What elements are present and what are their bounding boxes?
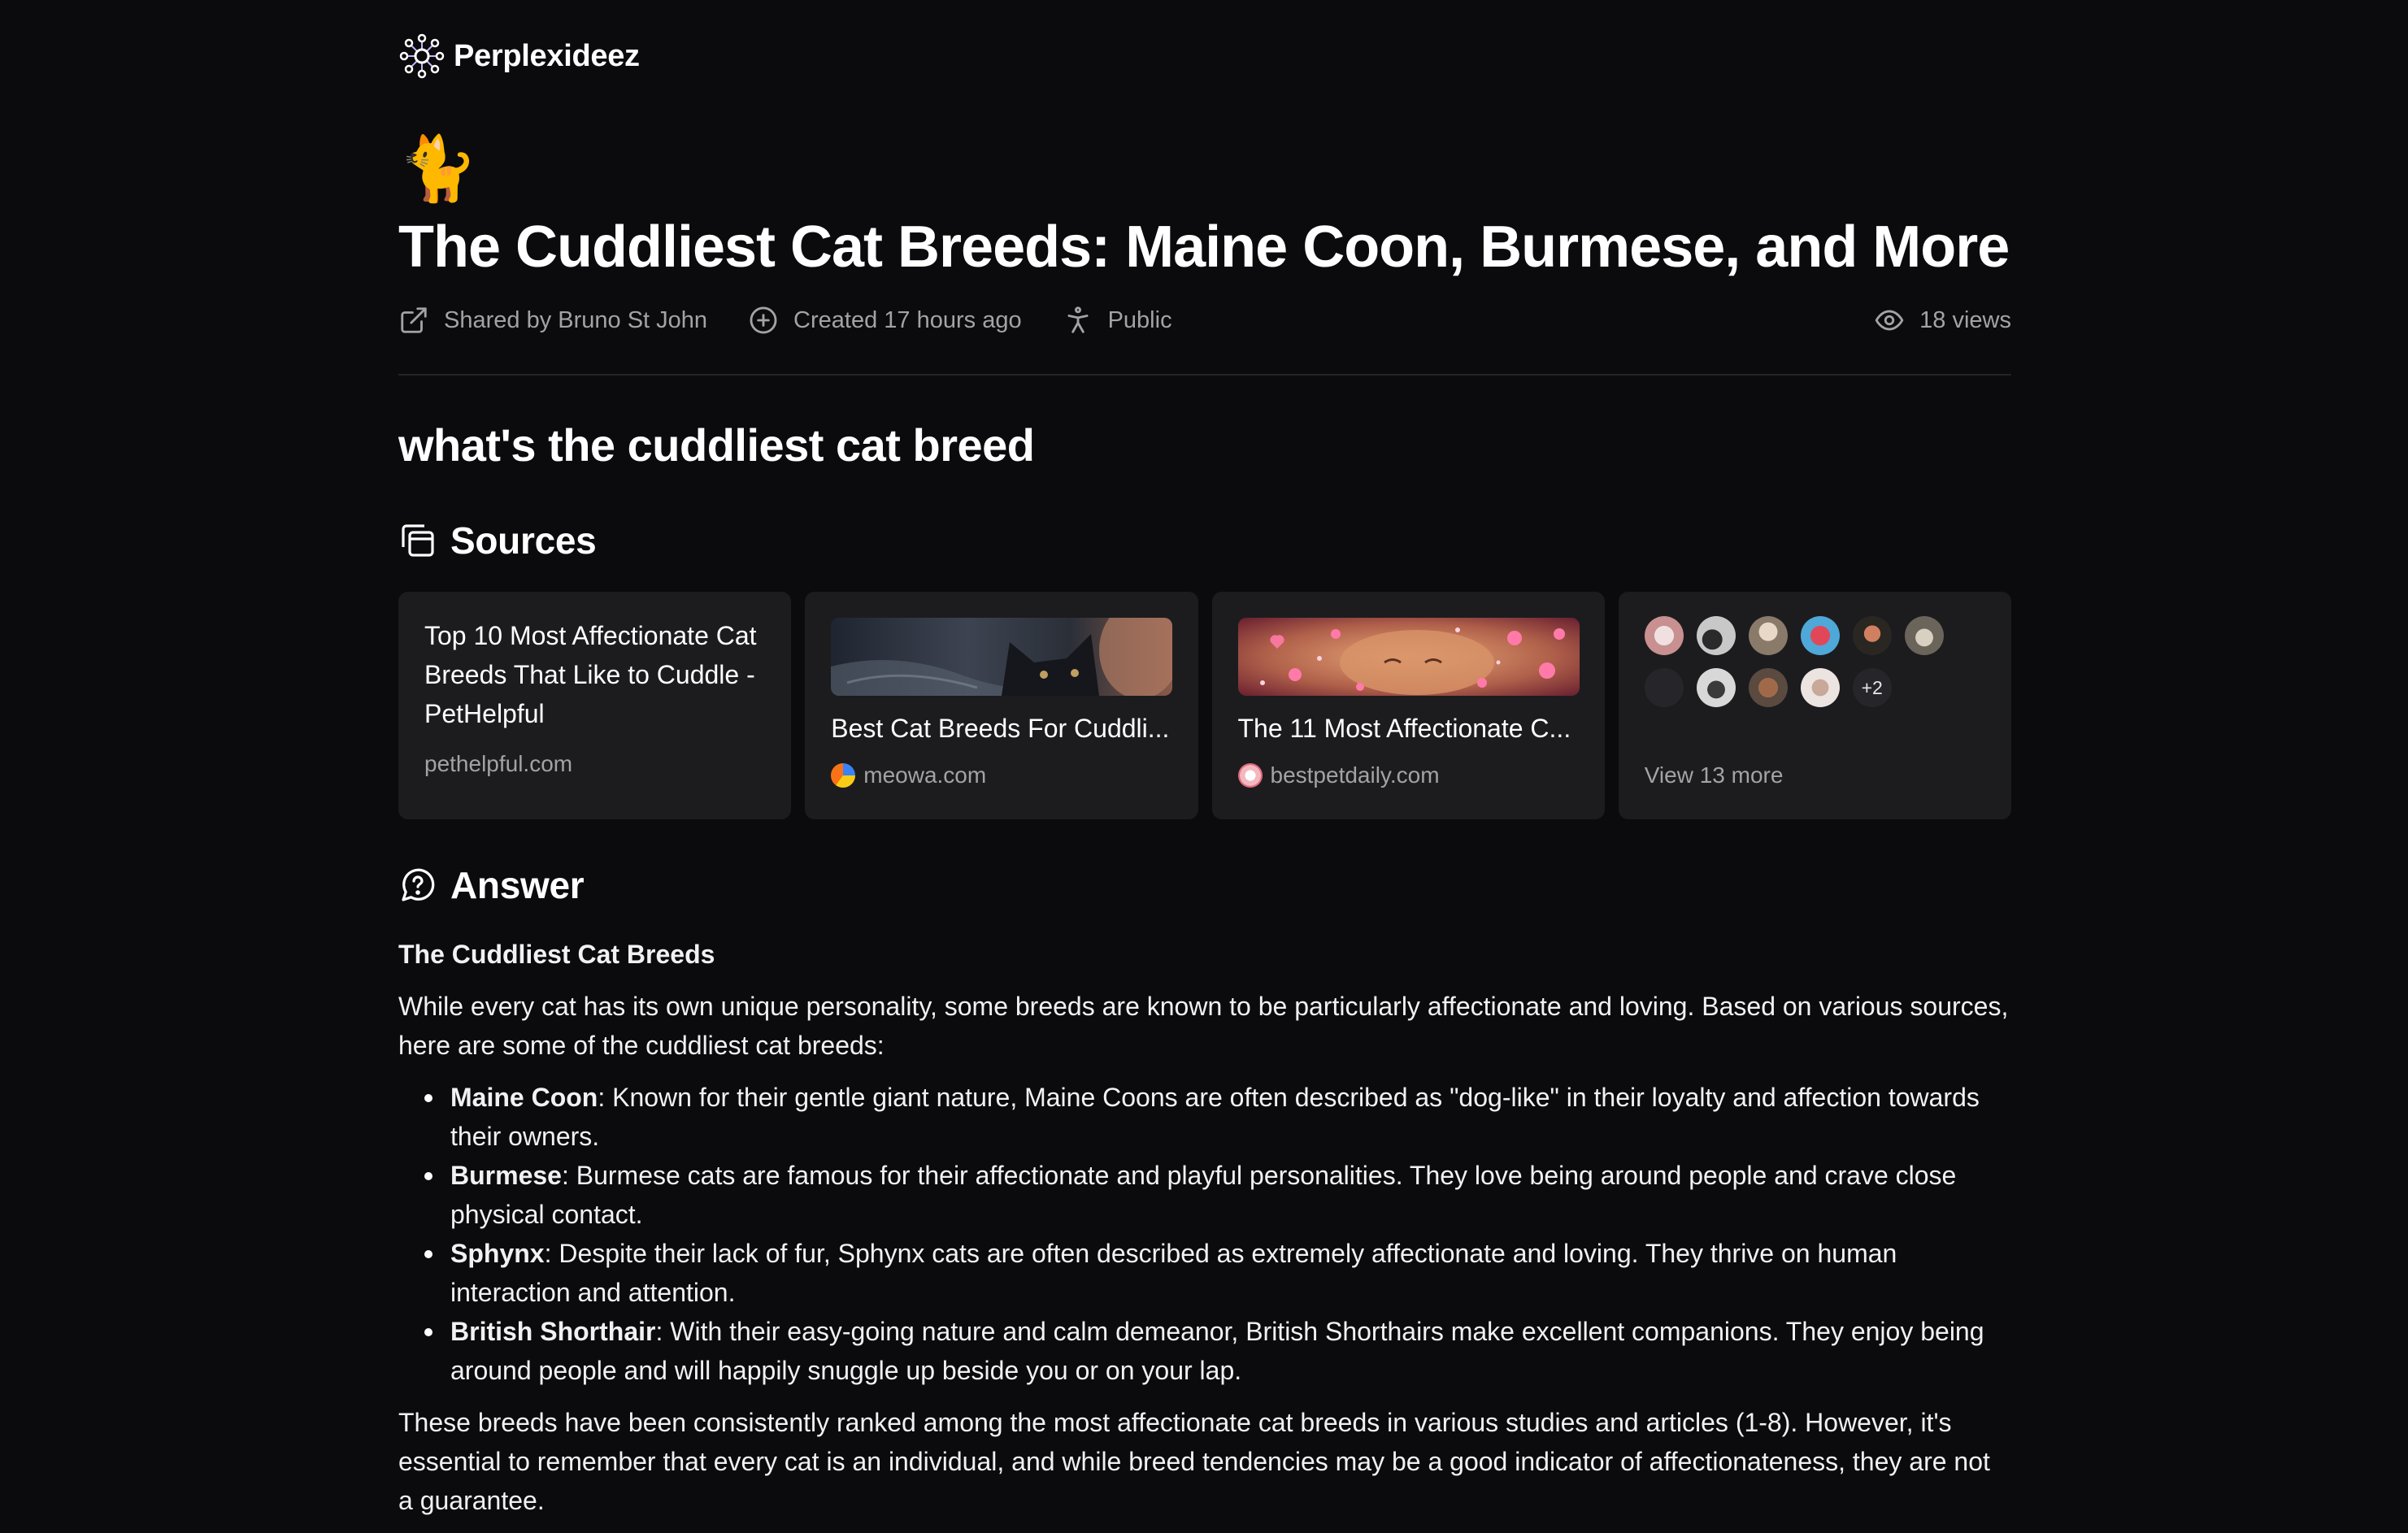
answer-conclusion: These breeds have been consistently rank… [398, 1408, 1990, 1515]
source-title: The 11 Most Affectionate C... [1237, 714, 1571, 743]
brand-link[interactable]: Perplexideez [398, 33, 640, 80]
constellation-logo-icon [399, 33, 445, 79]
cat-photo-thumbnail [831, 618, 1173, 696]
chat-question-icon [402, 868, 435, 901]
brand-name: Perplexideez [454, 38, 640, 73]
breed-description: : Despite their lack of fur, Sphynx cats… [450, 1239, 1897, 1307]
hearts-cat-thumbnail [1237, 618, 1580, 696]
bestpetdaily-favicon-icon [1237, 763, 1263, 788]
list-item: Maine Coon: Known for their gentle giant… [398, 1078, 2011, 1156]
created-label: Created 17 hours ago [793, 306, 1022, 333]
source-favicon [1696, 668, 1736, 707]
page: Perplexideez 🐈 The Cuddliest Cat Breeds:… [0, 0, 2408, 1533]
source-favicon [1644, 616, 1684, 655]
view-more-label: View 13 more [1644, 762, 1784, 788]
page-title: The Cuddliest Cat Breeds: Maine Coon, Bu… [398, 215, 2010, 280]
source-favicon [1800, 668, 1840, 707]
source-cards: Top 10 Most Affectionate Cat Breeds That… [398, 592, 2011, 819]
sources-heading: Sources [398, 519, 597, 562]
meowa-favicon-icon [831, 763, 856, 788]
answer-title: Answer [450, 864, 585, 906]
source-domain-row: meowa.com [831, 762, 986, 788]
source-favicon [1748, 616, 1788, 655]
breed-list: Maine Coon: Known for their gentle giant… [398, 1078, 2011, 1390]
external-share-icon [401, 307, 427, 333]
answer-heading: Answer [398, 863, 585, 907]
source-title: Best Cat Breeds For Cuddli... [831, 714, 1170, 743]
shared-by: Shared by Bruno St John [398, 305, 707, 336]
list-item: Sphynx: Despite their lack of fur, Sphyn… [398, 1234, 2011, 1312]
source-favicons: +2 [1644, 616, 1986, 720]
shared-by-label: Shared by Bruno St John [444, 306, 708, 333]
breed-description: : With their easy-going nature and calm … [450, 1317, 1984, 1385]
divider [398, 374, 2011, 376]
breed-name: Burmese [450, 1161, 562, 1190]
source-favicon [1904, 616, 1944, 655]
breed-description: : Burmese cats are famous for their affe… [450, 1161, 1957, 1229]
accessibility-person-icon [1067, 306, 1089, 333]
list-item: Burmese: Burmese cats are famous for the… [398, 1156, 2011, 1234]
answer-body: The Cuddliest Cat Breeds While every cat… [398, 935, 2011, 1533]
view-more-sources-card[interactable]: +2 View 13 more [1618, 592, 2011, 819]
more-sources-count: +2 [1852, 668, 1892, 707]
breed-description: : Known for their gentle giant nature, M… [450, 1083, 1980, 1151]
source-favicon [1644, 668, 1684, 707]
plus-circle-icon [750, 306, 777, 334]
views-label: 18 views [1919, 306, 2011, 333]
source-card-pethelpful[interactable]: Top 10 Most Affectionate Cat Breeds That… [398, 592, 792, 819]
source-card-bestpetdaily[interactable]: The 11 Most Affectionate C... bestpetdai… [1211, 592, 1605, 819]
eye-icon [1875, 310, 1904, 331]
source-card-meowa[interactable]: Best Cat Breeds For Cuddli... meowa.com [805, 592, 1198, 819]
visibility-label: Public [1107, 306, 1172, 333]
source-domain-row: bestpetdaily.com [1237, 762, 1440, 788]
visibility: Public [1063, 305, 1172, 336]
sources-title: Sources [450, 519, 597, 562]
answer-intro: While every cat has its own unique perso… [398, 992, 2009, 1060]
source-title: Top 10 Most Affectionate Cat Breeds That… [424, 621, 757, 728]
source-favicon [1696, 616, 1736, 655]
source-favicon [1748, 668, 1788, 707]
source-favicon [1852, 616, 1892, 655]
source-domain: meowa.com [863, 762, 987, 788]
question-heading: what's the cuddliest cat breed [398, 419, 1035, 471]
thread-emoji: 🐈 [398, 132, 478, 206]
view-count: 18 views [1874, 305, 2011, 336]
thread-meta: Shared by Bruno St John Created 17 hours… [398, 302, 2011, 339]
source-favicon [1800, 616, 1840, 655]
source-domain: pethelpful.com [424, 751, 573, 776]
answer-subheading: The Cuddliest Cat Breeds [398, 940, 715, 969]
source-domain: bestpetdaily.com [1270, 762, 1440, 788]
copy-icon [402, 524, 434, 557]
created-time: Created 17 hours ago [748, 305, 1022, 336]
breed-name: Maine Coon [450, 1083, 598, 1112]
breed-name: Sphynx [450, 1239, 545, 1268]
breed-name: British Shorthair [450, 1317, 656, 1346]
list-item: British Shorthair: With their easy-going… [398, 1312, 2011, 1390]
